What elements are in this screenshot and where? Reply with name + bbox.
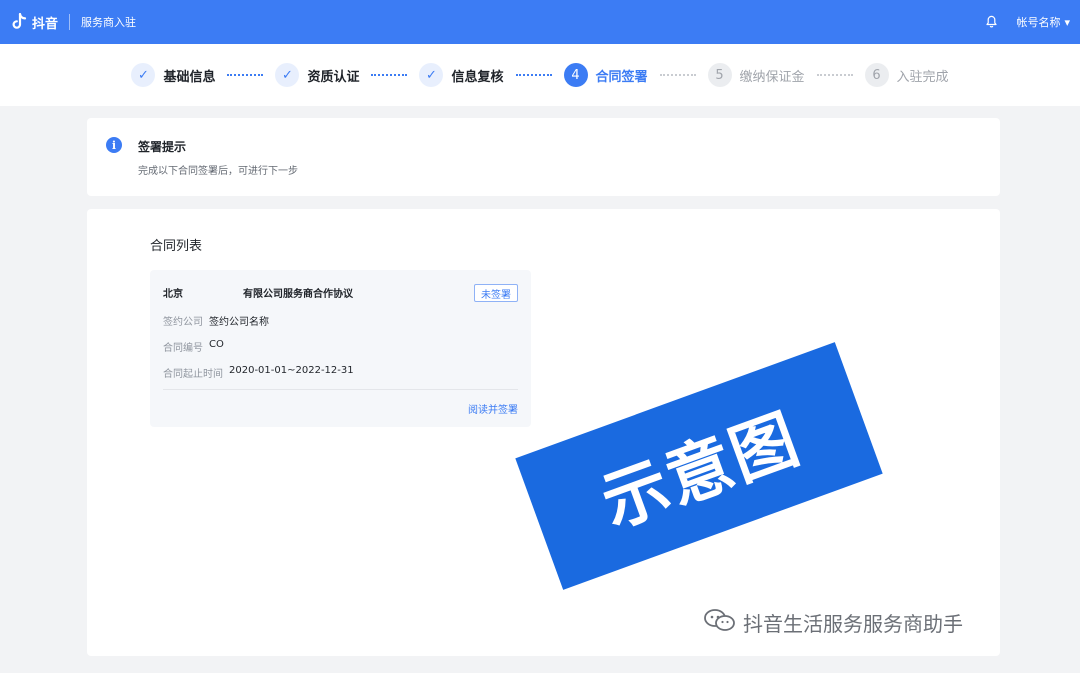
step-number: 6	[864, 63, 889, 87]
step-number: 4	[563, 63, 588, 87]
contract-name-suffix: 有限公司服务商合作协议	[243, 289, 353, 300]
number-row: 合同编号 CO	[163, 339, 224, 354]
wechat-icon	[703, 608, 737, 637]
step-connector	[816, 74, 853, 76]
step-label: 入驻完成	[896, 69, 949, 85]
step-number: 5	[707, 63, 732, 87]
company-row: 签约公司 签约公司名称	[163, 313, 269, 328]
brand-logo[interactable]: 抖音	[10, 13, 58, 32]
step-label: 信息复核	[451, 69, 504, 85]
progress-steps: ✓ 基础信息 ✓ 资质认证 ✓ 信息复核 4 合同签署 5 缴纳保证金 6 入驻…	[0, 44, 1080, 106]
account-menu[interactable]: 帐号名称 ▾	[1016, 14, 1070, 30]
douyin-logo-icon	[10, 13, 28, 31]
credit-text: 抖音生活服务服务商助手	[743, 612, 963, 636]
top-bar: 抖音 服务商入驻 帐号名称 ▾	[0, 0, 1080, 44]
number-value: CO	[209, 339, 224, 350]
info-icon: i	[106, 137, 122, 153]
notice-description: 完成以下合同签署后，可进行下一步	[138, 166, 298, 177]
card-divider	[163, 389, 518, 390]
company-value: 签约公司名称	[209, 317, 269, 328]
contract-card: 北京 有限公司服务商合作协议 未签署 签约公司 签约公司名称 合同编号 CO 合…	[150, 270, 531, 427]
step-deposit: 5 缴纳保证金	[707, 63, 805, 87]
section-title: 合同列表	[150, 239, 203, 254]
status-badge: 未签署	[474, 284, 518, 302]
contract-name: 北京 有限公司服务商合作协议	[163, 285, 353, 300]
account-credit: 抖音生活服务服务商助手	[703, 608, 963, 637]
step-review: ✓ 信息复核	[419, 63, 504, 87]
bell-icon[interactable]	[985, 14, 998, 31]
signing-notice: i 签署提示 完成以下合同签署后，可进行下一步	[87, 118, 1000, 196]
account-name: 帐号名称	[1016, 16, 1061, 29]
redacted-area	[183, 285, 243, 300]
step-label: 资质认证	[307, 69, 360, 85]
chevron-down-icon: ▾	[1064, 15, 1070, 29]
contract-name-prefix: 北京	[163, 289, 183, 300]
step-connector	[371, 74, 408, 76]
brand-name: 抖音	[32, 16, 59, 32]
notice-title: 签署提示	[138, 140, 187, 154]
step-label: 缴纳保证金	[739, 69, 805, 85]
check-icon: ✓	[275, 63, 300, 87]
step-connector	[227, 74, 264, 76]
read-and-sign-link[interactable]: 阅读并签署	[468, 401, 518, 416]
period-row: 合同起止时间 2020-01-01~2022-12-31	[163, 365, 354, 380]
portal-title: 服务商入驻	[81, 16, 137, 29]
period-value: 2020-01-01~2022-12-31	[229, 365, 354, 376]
step-qualification: ✓ 资质认证	[275, 63, 359, 87]
check-icon: ✓	[419, 63, 444, 87]
step-connector	[659, 74, 696, 76]
step-connector	[515, 74, 552, 76]
company-label: 签约公司	[163, 317, 203, 328]
step-label: 基础信息	[163, 69, 216, 85]
number-label: 合同编号	[163, 343, 203, 354]
step-label: 合同签署	[595, 69, 648, 85]
step-complete: 6 入驻完成	[864, 63, 949, 87]
step-basic-info: ✓ 基础信息	[131, 63, 215, 87]
step-contract: 4 合同签署	[563, 63, 648, 87]
check-icon: ✓	[131, 63, 156, 87]
topbar-divider	[69, 14, 71, 30]
period-label: 合同起止时间	[163, 369, 223, 380]
